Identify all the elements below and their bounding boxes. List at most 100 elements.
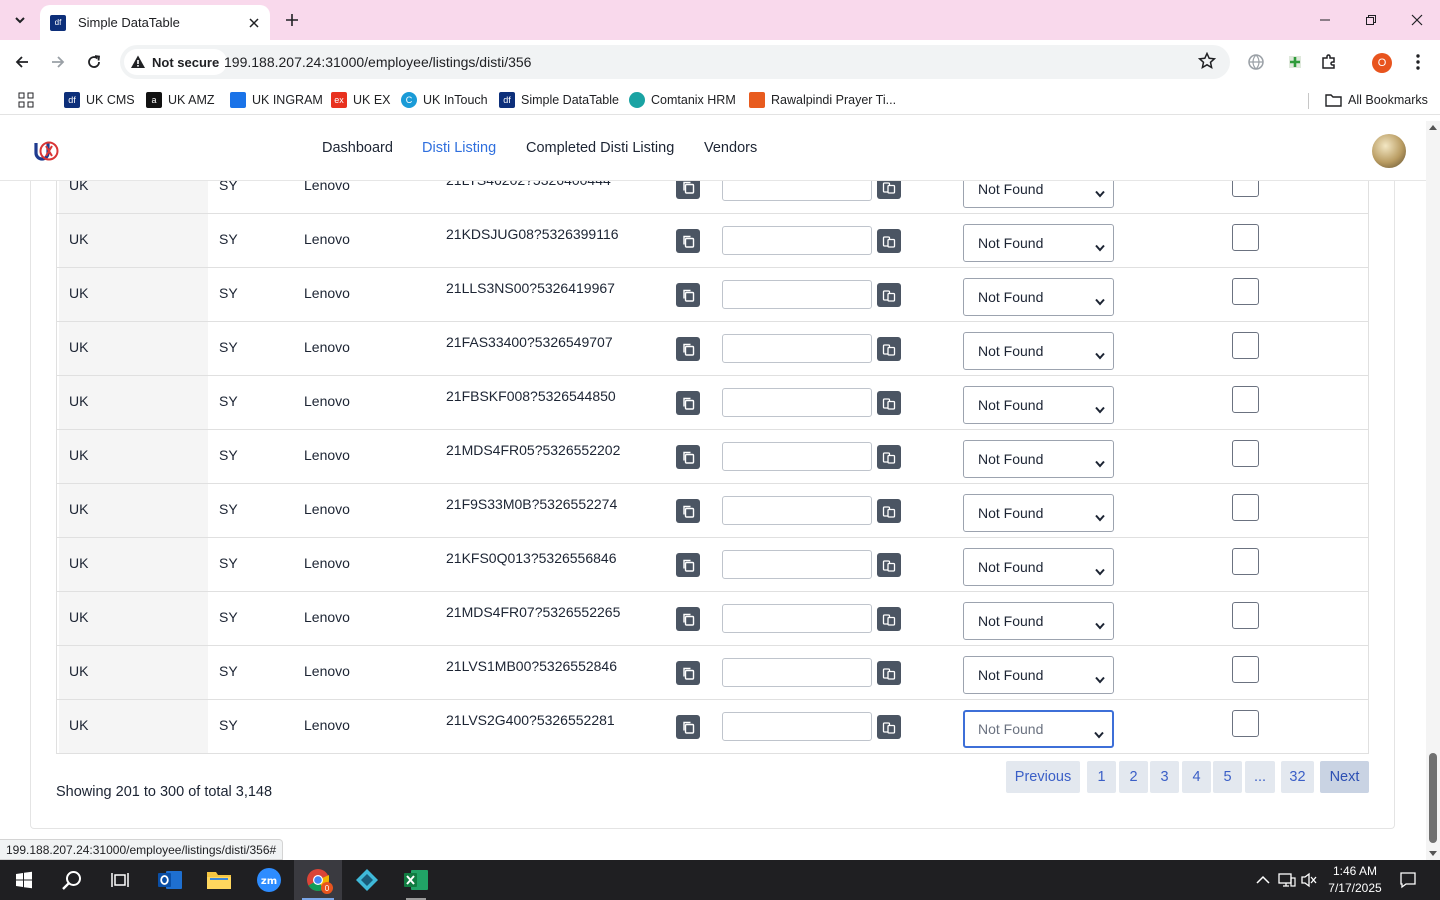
- copy-part-button[interactable]: [676, 229, 700, 253]
- nav-completed-disti-listing[interactable]: Completed Disti Listing: [526, 140, 674, 156]
- row-checkbox[interactable]: [1232, 494, 1259, 521]
- price-input[interactable]: [722, 604, 872, 633]
- profile-avatar-button[interactable]: O: [1372, 53, 1392, 73]
- pagination-page-2[interactable]: 2: [1119, 761, 1148, 793]
- bookmark-uk-intouch[interactable]: C UK InTouch: [401, 91, 488, 109]
- back-button[interactable]: [8, 48, 36, 76]
- row-checkbox[interactable]: [1232, 224, 1259, 251]
- row-checkbox[interactable]: [1232, 548, 1259, 575]
- extension-button[interactable]: [1283, 50, 1307, 74]
- nav-vendors[interactable]: Vendors: [704, 140, 757, 156]
- bookmark-uk-amz[interactable]: a UK AMZ: [146, 91, 215, 109]
- paste-button[interactable]: [877, 715, 901, 739]
- copy-part-button[interactable]: [676, 181, 700, 199]
- paste-button[interactable]: [877, 283, 901, 307]
- status-select[interactable]: Not Found: [963, 332, 1114, 370]
- row-checkbox[interactable]: [1232, 602, 1259, 629]
- close-window-button[interactable]: [1394, 0, 1440, 40]
- tab-search-button[interactable]: [6, 6, 34, 34]
- price-input[interactable]: [722, 658, 872, 687]
- paste-button[interactable]: [877, 445, 901, 469]
- row-checkbox[interactable]: [1232, 278, 1259, 305]
- row-checkbox[interactable]: [1232, 656, 1259, 683]
- copy-part-button[interactable]: [676, 445, 700, 469]
- file-explorer-taskbar-button[interactable]: [195, 860, 243, 900]
- network-button[interactable]: [1277, 870, 1297, 890]
- vscode-like-taskbar-button[interactable]: [343, 860, 391, 900]
- address-bar[interactable]: Not secure 199.188.207.24:31000/employee…: [120, 45, 1230, 79]
- translate-extension-button[interactable]: [1244, 50, 1268, 74]
- browser-menu-button[interactable]: [1406, 50, 1430, 74]
- pagination-previous[interactable]: Previous: [1006, 761, 1080, 793]
- nav-dashboard[interactable]: Dashboard: [322, 140, 393, 156]
- volume-button[interactable]: [1299, 870, 1319, 890]
- paste-button[interactable]: [877, 553, 901, 577]
- price-input[interactable]: [722, 496, 872, 525]
- copy-part-button[interactable]: [676, 391, 700, 415]
- extensions-menu-button[interactable]: [1317, 50, 1341, 74]
- pagination-page-1[interactable]: 1: [1087, 761, 1116, 793]
- pagination-page-3[interactable]: 3: [1150, 761, 1179, 793]
- outlook-taskbar-button[interactable]: [146, 860, 194, 900]
- paste-button[interactable]: [877, 181, 901, 199]
- show-hidden-icons-button[interactable]: [1253, 870, 1273, 890]
- status-select[interactable]: Not Found: [963, 440, 1114, 478]
- bookmark-comtanix-hrm[interactable]: Comtanix HRM: [629, 91, 736, 109]
- paste-button[interactable]: [877, 391, 901, 415]
- copy-part-button[interactable]: [676, 283, 700, 307]
- row-checkbox[interactable]: [1232, 386, 1259, 413]
- price-input[interactable]: [722, 226, 872, 255]
- status-select[interactable]: Not Found: [963, 386, 1114, 424]
- row-checkbox[interactable]: [1232, 181, 1259, 197]
- notification-center-button[interactable]: [1398, 870, 1418, 890]
- apps-button[interactable]: [18, 91, 34, 109]
- pagination-page-4[interactable]: 4: [1182, 761, 1211, 793]
- paste-button[interactable]: [877, 607, 901, 631]
- pagination-next[interactable]: Next: [1320, 761, 1369, 793]
- row-checkbox[interactable]: [1232, 332, 1259, 359]
- start-button[interactable]: [0, 860, 48, 900]
- status-select[interactable]: Not Found: [963, 494, 1114, 532]
- minimize-button[interactable]: [1302, 0, 1348, 40]
- all-bookmarks-button[interactable]: All Bookmarks: [1325, 91, 1428, 109]
- row-checkbox[interactable]: [1232, 710, 1259, 737]
- tab-close-button[interactable]: [244, 13, 264, 33]
- price-input[interactable]: [722, 334, 872, 363]
- paste-button[interactable]: [877, 499, 901, 523]
- scroll-up-arrow-icon[interactable]: [1429, 125, 1437, 130]
- status-select[interactable]: Not Found: [963, 548, 1114, 586]
- restore-button[interactable]: [1348, 0, 1394, 40]
- price-input[interactable]: [722, 550, 872, 579]
- paste-button[interactable]: [877, 229, 901, 253]
- bookmark-rawalpindi-prayer[interactable]: Rawalpindi Prayer Ti...: [749, 91, 896, 109]
- system-clock[interactable]: 1:46 AM 7/17/2025: [1320, 863, 1390, 897]
- pagination-page-32[interactable]: 32: [1281, 761, 1314, 793]
- bookmark-simple-datatable[interactable]: df Simple DataTable: [499, 91, 619, 109]
- price-input[interactable]: [722, 712, 872, 741]
- user-avatar[interactable]: [1372, 134, 1406, 168]
- row-checkbox[interactable]: [1232, 440, 1259, 467]
- browser-tab-active[interactable]: df Simple DataTable: [40, 5, 270, 40]
- uk-logo[interactable]: [32, 137, 60, 170]
- forward-button[interactable]: [44, 48, 72, 76]
- bookmark-uk-cms[interactable]: df UK CMS: [64, 91, 135, 109]
- status-select[interactable]: Not Found: [963, 602, 1114, 640]
- status-select[interactable]: Not Found: [963, 278, 1114, 316]
- paste-button[interactable]: [877, 661, 901, 685]
- price-input[interactable]: [722, 181, 872, 201]
- excel-taskbar-button[interactable]: [392, 860, 440, 900]
- price-input[interactable]: [722, 280, 872, 309]
- reload-button[interactable]: [80, 48, 108, 76]
- new-tab-button[interactable]: [280, 8, 304, 32]
- pagination-page-5[interactable]: 5: [1213, 761, 1242, 793]
- nav-disti-listing[interactable]: Disti Listing: [422, 140, 496, 156]
- bookmark-uk-ingram[interactable]: UK INGRAM: [230, 91, 323, 109]
- price-input[interactable]: [722, 388, 872, 417]
- zoom-taskbar-button[interactable]: zm: [245, 860, 293, 900]
- price-input[interactable]: [722, 442, 872, 471]
- status-select[interactable]: Not Found: [963, 181, 1114, 208]
- status-select[interactable]: Not Found: [963, 656, 1114, 694]
- site-security-chip[interactable]: Not secure: [124, 49, 228, 75]
- status-select[interactable]: Not Found: [963, 710, 1114, 748]
- copy-part-button[interactable]: [676, 553, 700, 577]
